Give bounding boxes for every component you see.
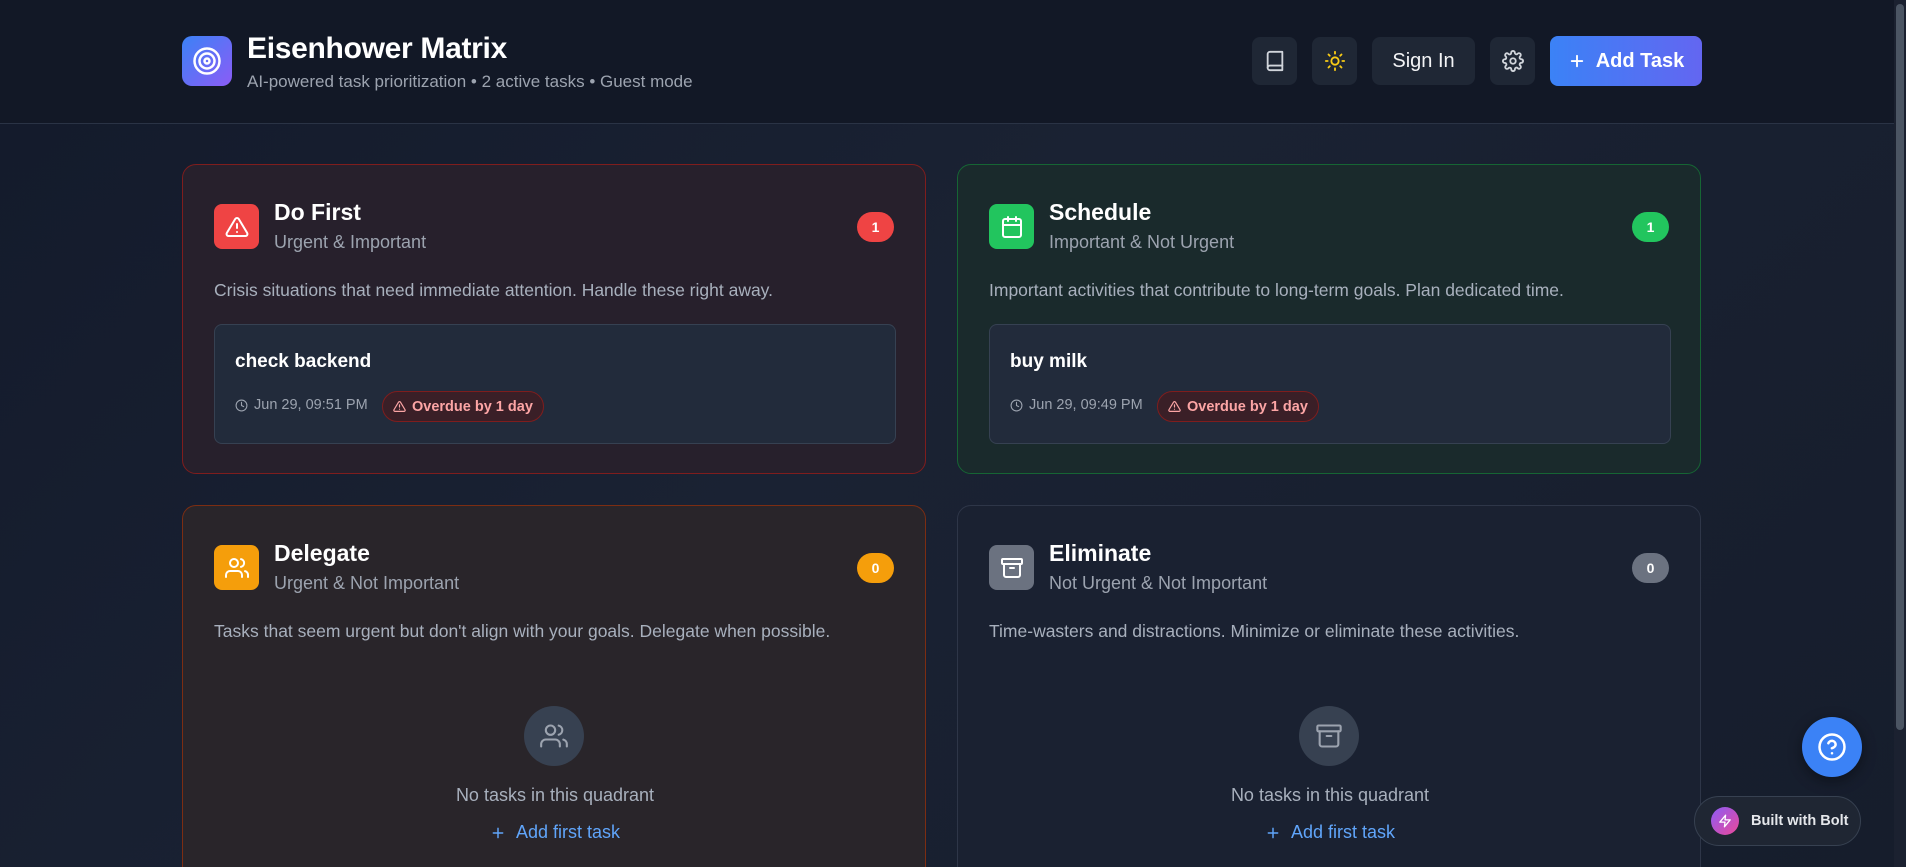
target-logo-icon: [182, 36, 232, 86]
quadrant-delegate: Delegate Urgent & Not Important 0 Tasks …: [182, 505, 926, 867]
app-title: Eisenhower Matrix: [247, 32, 507, 65]
task-date-text: Jun 29, 09:49 PM: [1029, 397, 1143, 413]
plus-icon: [1570, 54, 1583, 68]
quadrant-subtitle: Important & Not Urgent: [1049, 232, 1235, 252]
empty-state-text: No tasks in this quadrant: [1230, 785, 1430, 805]
task-count-badge: 0: [1632, 553, 1669, 583]
calendar-icon: [989, 204, 1034, 249]
add-task-label: Add Task: [1595, 49, 1685, 72]
sun-icon: [1324, 50, 1345, 72]
clock-icon: [1010, 399, 1023, 411]
built-with-bolt-label: Built with Bolt: [1751, 813, 1849, 829]
quadrant-title: Do First: [274, 199, 361, 225]
add-first-task-label: Add first task: [1290, 822, 1396, 842]
task-date-text: Jun 29, 09:51 PM: [254, 397, 368, 413]
overdue-text: Overdue by 1 day: [1187, 398, 1308, 415]
quadrant-title: Delegate: [274, 540, 370, 566]
quadrant-description: Time-wasters and distractions. Minimize …: [989, 621, 1520, 641]
users-empty-icon: [524, 706, 584, 766]
plus-icon: [492, 827, 504, 838]
task-due-date: Jun 29, 09:51 PM: [235, 397, 368, 413]
task-due-date: Jun 29, 09:49 PM: [1010, 397, 1143, 413]
warning-icon: [1168, 401, 1181, 412]
settings-button[interactable]: [1490, 37, 1535, 85]
task-card[interactable]: check backend Jun 29, 09:51 PM Overdue b…: [214, 324, 896, 444]
quadrant-do-first: Do First Urgent & Important 1 Crisis sit…: [182, 164, 926, 474]
plus-icon: [1267, 827, 1279, 838]
help-button[interactable]: [1802, 717, 1862, 777]
sign-in-button[interactable]: Sign In: [1372, 37, 1475, 85]
lightning-bolt-icon: [1711, 807, 1739, 835]
scrollbar-thumb[interactable]: [1896, 4, 1904, 730]
empty-state-text: No tasks in this quadrant: [455, 785, 655, 805]
book-icon: [1266, 50, 1283, 72]
quadrant-description: Tasks that seem urgent but don't align w…: [214, 621, 831, 641]
warning-icon: [393, 401, 406, 412]
add-first-task-link[interactable]: Add first task: [183, 822, 927, 843]
help-circle-icon: [1818, 733, 1846, 761]
quadrant-schedule: Schedule Important & Not Urgent 1 Import…: [957, 164, 1701, 474]
task-count-badge: 0: [857, 553, 894, 583]
task-count-badge: 1: [857, 212, 894, 242]
users-icon: [214, 545, 259, 590]
overdue-text: Overdue by 1 day: [412, 398, 533, 415]
quadrant-title: Eliminate: [1049, 540, 1152, 566]
overdue-badge: Overdue by 1 day: [1157, 391, 1319, 422]
theme-toggle-button[interactable]: [1312, 37, 1357, 85]
gear-icon: [1501, 50, 1524, 72]
task-title: buy milk: [1010, 351, 1088, 372]
quadrant-title: Schedule: [1049, 199, 1152, 225]
alert-triangle-icon: [214, 204, 259, 249]
task-title: check backend: [235, 351, 372, 372]
quadrant-subtitle: Urgent & Important: [274, 232, 427, 252]
quadrant-eliminate: Eliminate Not Urgent & Not Important 0 T…: [957, 505, 1701, 867]
archive-empty-icon: [1299, 706, 1359, 766]
quadrant-subtitle: Not Urgent & Not Important: [1049, 573, 1268, 593]
add-first-task-link[interactable]: Add first task: [958, 822, 1702, 843]
built-with-bolt-badge[interactable]: Built with Bolt: [1694, 796, 1861, 846]
archive-icon: [989, 545, 1034, 590]
app-header: Eisenhower Matrix AI-powered task priori…: [0, 0, 1894, 124]
task-count-badge: 1: [1632, 212, 1669, 242]
overdue-badge: Overdue by 1 day: [382, 391, 544, 422]
quadrant-description: Crisis situations that need immediate at…: [214, 280, 774, 300]
quadrant-description: Important activities that contribute to …: [989, 280, 1564, 300]
clock-icon: [235, 399, 248, 411]
guide-button[interactable]: [1252, 37, 1297, 85]
app-subtitle: AI-powered task prioritization • 2 activ…: [247, 72, 693, 91]
quadrant-subtitle: Urgent & Not Important: [274, 573, 460, 593]
add-task-button[interactable]: Add Task: [1550, 36, 1702, 86]
task-card[interactable]: buy milk Jun 29, 09:49 PM Overdue by 1 d…: [989, 324, 1671, 444]
add-first-task-label: Add first task: [515, 822, 621, 842]
